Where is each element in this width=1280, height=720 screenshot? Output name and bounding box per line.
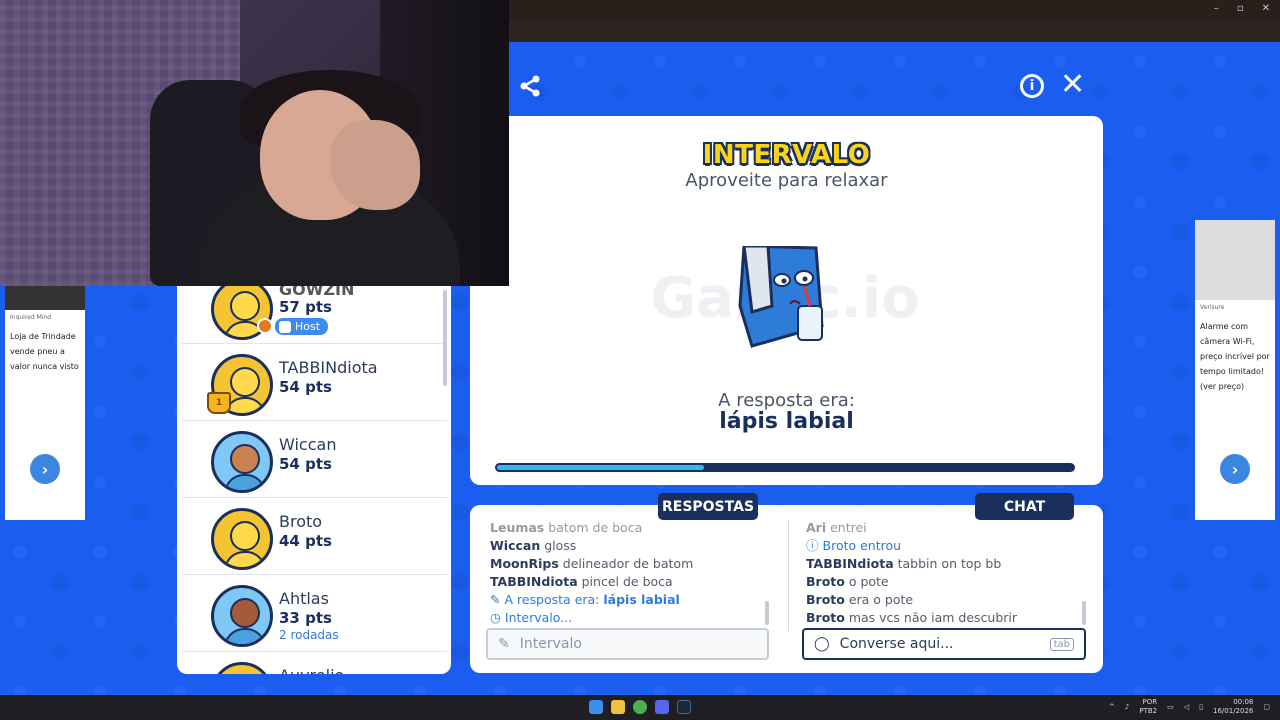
info-circle-icon: ⓘ [806, 538, 819, 553]
status-title: INTERVALO [702, 140, 871, 170]
list-item: MoonRips delineador de batom [490, 556, 694, 571]
avatar [211, 431, 273, 493]
status-subtitle: Aproveite para relaxar [685, 170, 888, 191]
player-name: Auvrelio [279, 666, 344, 674]
ad-right[interactable]: Verisure Alarme com câmera Wi-Fi, preço … [1195, 220, 1275, 520]
avatar [211, 662, 273, 674]
tab-shortcut-hint: tab [1049, 637, 1074, 651]
players-scrollbar[interactable] [443, 290, 447, 386]
minimize-button[interactable]: – [1214, 3, 1219, 14]
answer-input-placeholder: Intervalo [519, 636, 582, 652]
player-row[interactable]: GOWZIN 57 pts [181, 286, 447, 344]
notification-icon[interactable]: ▢ [1263, 703, 1270, 711]
chat-bubble-icon: ◯ [814, 636, 830, 652]
round-progress-bar [495, 463, 1075, 472]
volume-icon[interactable]: ◁ [1184, 703, 1189, 711]
player-name: Ahtlas [279, 589, 329, 608]
list-item: ◷ Intervalo... [490, 610, 573, 625]
list-item: Ari entrei [806, 520, 867, 535]
ad-image [1195, 220, 1275, 300]
mascot-icon [738, 246, 824, 348]
close-icon[interactable]: ✕ [1060, 70, 1085, 100]
host-label: Host [295, 320, 321, 333]
clock-icon: ◷ [490, 610, 501, 625]
ad-next-button[interactable]: › [1220, 454, 1250, 484]
list-item: Wiccan gloss [490, 538, 577, 553]
discord-icon[interactable] [655, 700, 669, 714]
clock[interactable]: 00:08 16/01/2026 [1213, 698, 1253, 716]
answer-label: A resposta era: [718, 390, 855, 411]
list-item: Broto o pote [806, 574, 889, 589]
battery-icon[interactable]: ▯ [1199, 703, 1203, 711]
panel-divider [788, 519, 789, 631]
list-item: Leumas batom de boca [490, 520, 643, 535]
player-points: 33 pts [279, 609, 332, 627]
player-row[interactable]: Wiccan 54 pts [181, 421, 447, 498]
host-icon [279, 320, 291, 333]
list-item: ⓘ Broto entrou [806, 538, 902, 553]
answers-chat-panel: Leumas batom de boca Wiccan gloss MoonRi… [470, 505, 1103, 673]
chrome-icon[interactable] [633, 700, 647, 714]
avatar [211, 585, 273, 647]
list-item: ✎ A resposta era: lápis labial [490, 592, 680, 607]
ad-left[interactable]: Inquired Mind Loja de Trindade vende pne… [5, 286, 85, 520]
chat-feed: Ari entrei ⓘ Broto entrou TABBINdiota ta… [806, 519, 1086, 627]
system-tray: ^ ♪ POR PTB2 ▭ ◁ ▯ 00:08 16/01/2026 ▢ [1109, 698, 1270, 716]
status-dot [257, 318, 273, 334]
answer-input[interactable]: ✎ Intervalo [486, 628, 769, 660]
players-list: GOWZIN 57 pts 1 TABBINdiota 54 pts Wicca… [177, 286, 451, 674]
webcam-overlay [0, 0, 509, 286]
ad-text: Loja de Trindade vende pneu a valor nunc… [10, 332, 79, 371]
maximize-button[interactable]: ▫ [1237, 3, 1244, 14]
player-name: TABBINdiota [279, 358, 378, 377]
ad-image [5, 286, 85, 310]
language-indicator[interactable]: POR PTB2 [1139, 698, 1157, 716]
microphone-icon[interactable]: ♪ [1125, 703, 1129, 711]
tab-chat[interactable]: CHAT [975, 493, 1074, 520]
player-name: Broto [279, 512, 323, 531]
chevron-up-icon[interactable]: ^ [1109, 703, 1115, 711]
info-icon[interactable]: i [1020, 74, 1044, 98]
os-taskbar: ^ ♪ POR PTB2 ▭ ◁ ▯ 00:08 16/01/2026 ▢ [0, 695, 1280, 720]
player-points: 54 pts [279, 378, 332, 396]
file-explorer-icon[interactable] [611, 700, 625, 714]
list-item: TABBINdiota pincel de boca [490, 574, 673, 589]
player-name: Wiccan [279, 435, 337, 454]
answer-text: lápis labial [719, 409, 854, 434]
ad-source: Verisure [1200, 304, 1225, 311]
share-icon[interactable] [518, 74, 542, 98]
player-points: 44 pts [279, 532, 332, 550]
player-row[interactable]: 1 TABBINdiota 54 pts [181, 344, 447, 421]
pencil-icon: ✎ [490, 592, 501, 607]
steam-icon[interactable] [677, 700, 691, 714]
list-item: TABBINdiota tabbin on top bb [806, 556, 1002, 571]
ad-next-button[interactable]: › [30, 454, 60, 484]
answers-feed: Leumas batom de boca Wiccan gloss MoonRi… [490, 519, 770, 627]
host-badge: Host [275, 318, 329, 335]
ad-source: Inquired Mind [10, 314, 52, 321]
close-window-button[interactable]: ✕ [1262, 3, 1270, 14]
avatar [211, 508, 273, 570]
list-item: Broto mas vcs não iam descubrir [806, 610, 1018, 625]
chat-scrollbar[interactable] [1082, 601, 1086, 625]
chat-input-placeholder: Converse aqui... [839, 636, 954, 652]
chat-input[interactable]: ◯ Converse aqui... tab [802, 628, 1086, 660]
player-row[interactable]: Auvrelio [181, 652, 447, 674]
player-row[interactable]: Broto 44 pts [181, 498, 447, 575]
list-item: Broto era o pote [806, 592, 914, 607]
network-icon[interactable]: ▭ [1167, 703, 1174, 711]
player-row[interactable]: Ahtlas 33 pts 2 rodadas [181, 575, 447, 652]
answers-scrollbar[interactable] [765, 601, 769, 625]
player-points: 57 pts [279, 298, 332, 316]
start-icon[interactable] [589, 700, 603, 714]
tab-respostas[interactable]: RESPOSTAS [658, 493, 758, 520]
round-progress-fill [497, 465, 704, 470]
window-controls: – ▫ ✕ [1214, 3, 1270, 14]
player-points: 54 pts [279, 455, 332, 473]
pencil-icon: ✎ [498, 636, 510, 652]
trophy-icon: 1 [207, 392, 231, 414]
player-rounds: 2 rodadas [279, 628, 339, 642]
round-status-card: INTERVALO Aproveite para relaxar Gartic.… [470, 116, 1103, 485]
ad-text: Alarme com câmera Wi-Fi, preço incrível … [1200, 322, 1270, 391]
